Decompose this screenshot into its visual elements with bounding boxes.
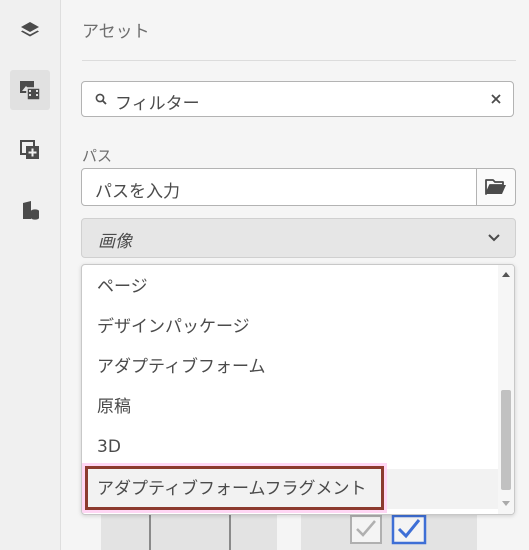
layers-icon bbox=[21, 22, 39, 37]
add-component-icon bbox=[20, 140, 39, 159]
path-input[interactable]: パスを入力 bbox=[81, 168, 477, 206]
option-adaptive-form[interactable]: アダプティブフォーム bbox=[82, 347, 499, 387]
option-3d[interactable]: 3D bbox=[82, 427, 499, 467]
highlight-box bbox=[85, 466, 384, 510]
content-tree-button[interactable] bbox=[10, 190, 50, 230]
thumbnail-graphic bbox=[149, 515, 151, 550]
divider bbox=[82, 60, 516, 61]
components-button[interactable] bbox=[10, 130, 50, 170]
checkbox-unchecked-icon bbox=[350, 515, 382, 544]
chevron-down-icon bbox=[488, 234, 500, 242]
content-tree-icon bbox=[23, 201, 39, 220]
search-placeholder: フィルター bbox=[115, 94, 200, 114]
scroll-down-icon[interactable] bbox=[502, 501, 510, 506]
checkbox-checked-icon bbox=[391, 515, 427, 545]
option-page[interactable]: ページ bbox=[82, 267, 499, 307]
thumbnail-graphic bbox=[229, 515, 231, 550]
option-manuscript[interactable]: 原稿 bbox=[82, 387, 499, 427]
asset-thumbnail[interactable] bbox=[301, 515, 477, 550]
side-rail bbox=[0, 0, 61, 550]
asset-type-select[interactable]: 画像 bbox=[81, 218, 516, 258]
search-input[interactable]: フィルター bbox=[81, 81, 514, 117]
scroll-up-icon[interactable] bbox=[502, 272, 510, 277]
asset-thumbnail[interactable] bbox=[101, 515, 277, 550]
panel-title: アセット bbox=[82, 22, 150, 42]
asset-type-dropdown: ページ デザインパッケージ アダプティブフォーム 原稿 3D アダプティブフォー… bbox=[81, 264, 515, 515]
path-label: パス bbox=[82, 147, 113, 165]
clear-icon[interactable] bbox=[489, 92, 503, 106]
browse-path-button[interactable] bbox=[476, 168, 516, 206]
search-icon bbox=[95, 93, 107, 105]
selected-asset-type: 画像 bbox=[98, 232, 132, 252]
scrollbar-thumb[interactable] bbox=[501, 390, 511, 490]
assets-button[interactable] bbox=[10, 70, 50, 110]
path-placeholder: パスを入力 bbox=[95, 182, 180, 202]
dropdown-scrollbar[interactable] bbox=[498, 265, 514, 514]
option-design-package[interactable]: デザインパッケージ bbox=[82, 307, 499, 347]
assets-panel: アセット フィルター パス パスを入力 画像 ページ デザインパッケージ アダプ… bbox=[61, 0, 529, 550]
layers-button[interactable] bbox=[10, 10, 50, 50]
folder-open-icon bbox=[485, 179, 506, 195]
assets-icon bbox=[20, 81, 41, 101]
